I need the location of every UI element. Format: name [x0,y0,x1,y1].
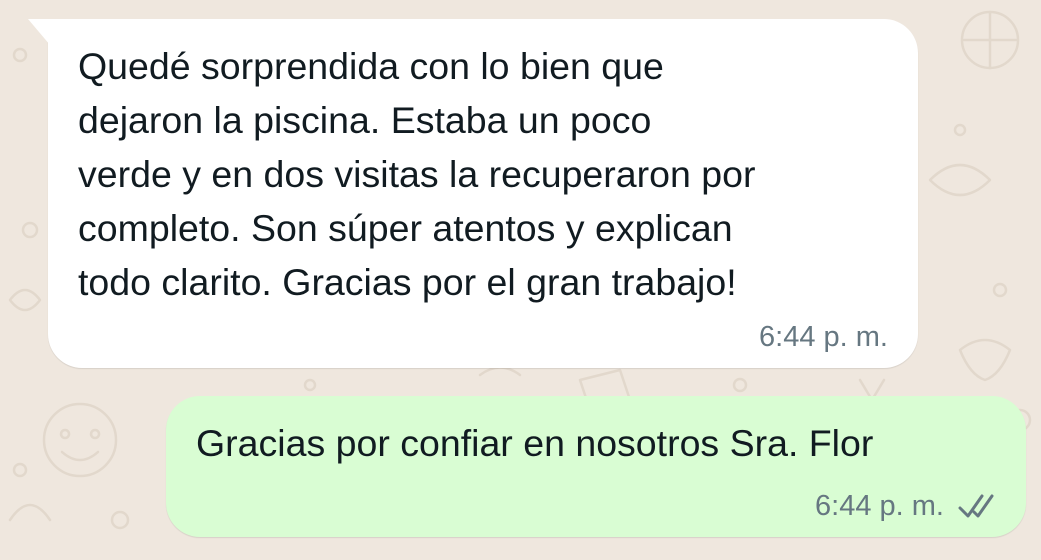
outgoing-message-timestamp: 6:44 p. m. [815,490,944,522]
outgoing-message-bubble[interactable]: Gracias por confiar en nosotros Sra. Flo… [166,396,1026,537]
incoming-message-bubble[interactable]: Quedé sorprendida con lo bien que dejaro… [28,19,918,368]
incoming-message-timestamp: 6:44 p. m. [759,321,888,353]
outgoing-message-meta: 6:44 p. m. [815,490,1004,523]
incoming-message-text: Quedé sorprendida con lo bien que dejaro… [78,45,756,303]
outgoing-message-text: Gracias por confiar en nosotros Sra. Flo… [196,422,874,464]
double-check-icon [958,494,994,517]
incoming-bubble-tail [28,19,50,45]
